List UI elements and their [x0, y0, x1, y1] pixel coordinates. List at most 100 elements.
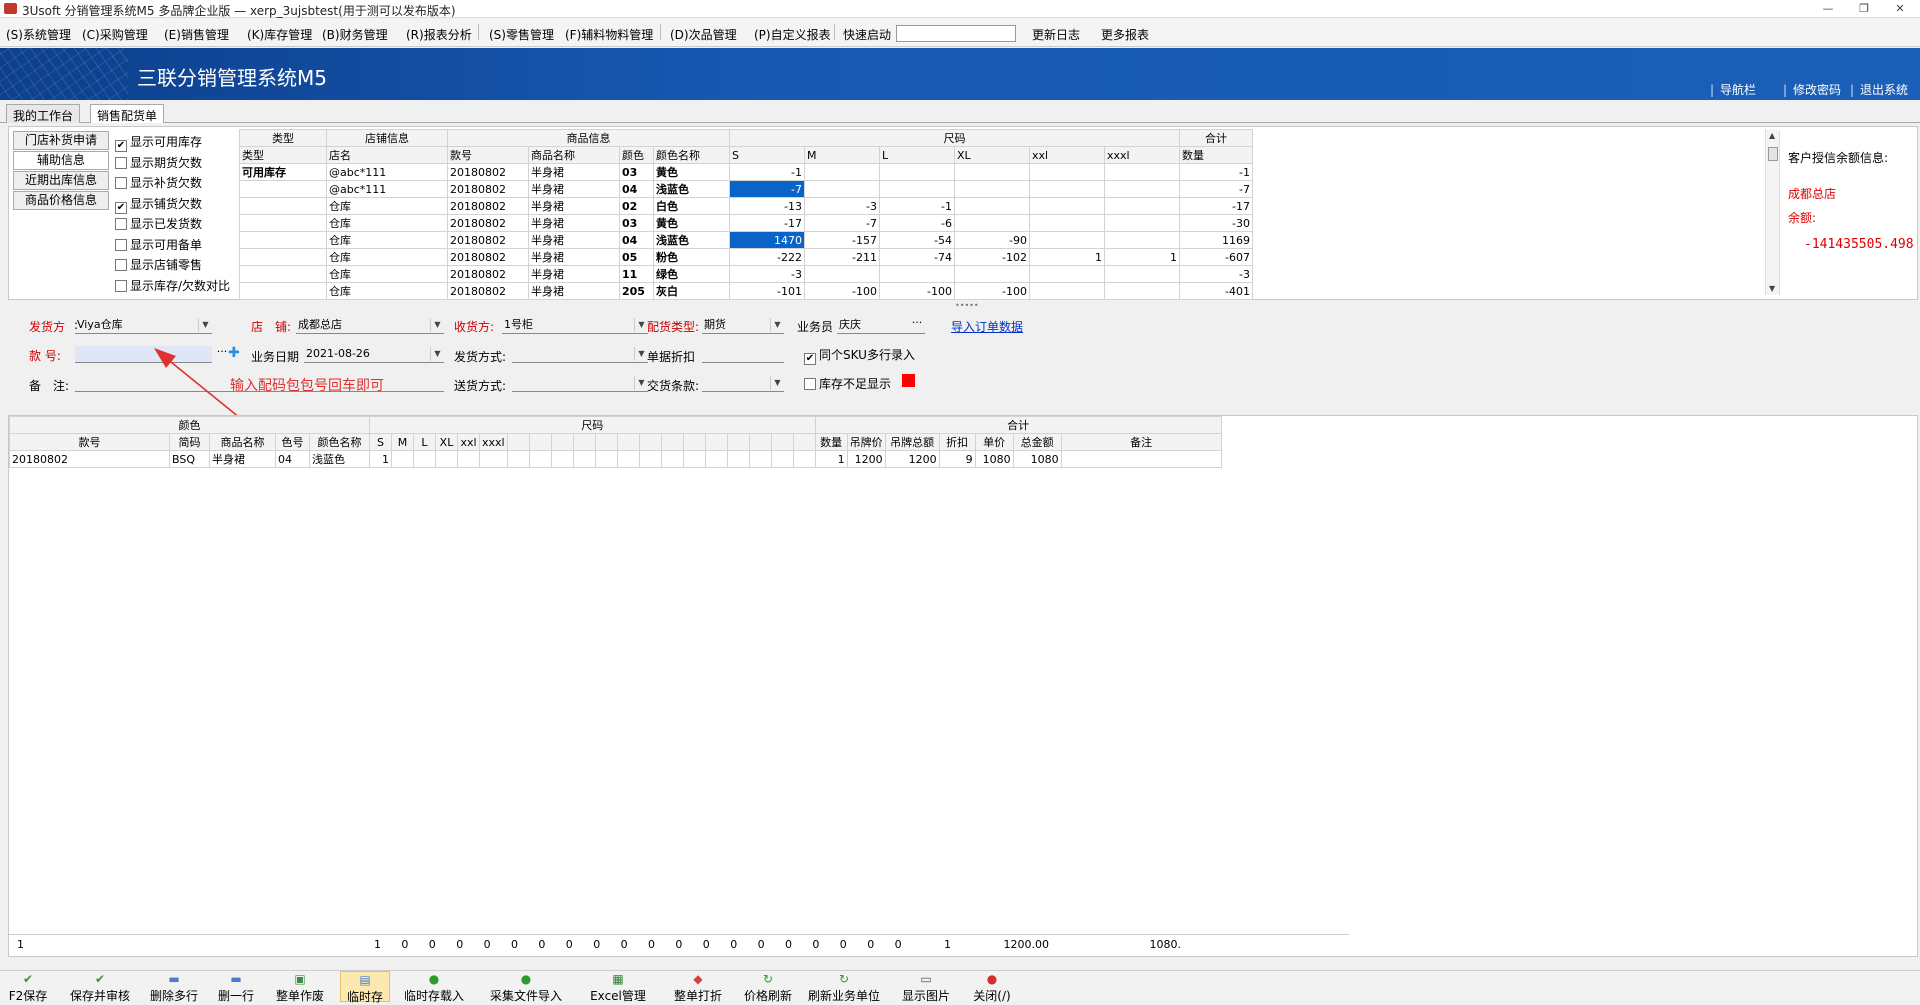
stock-cell[interactable]: -74: [879, 248, 955, 266]
stock-row[interactable]: 仓库 20180802 半身裙 11 绿色 -3 -3: [239, 265, 1253, 283]
option-checkbox[interactable]: 显示店铺零售: [115, 256, 202, 273]
checkbox-icon[interactable]: [115, 259, 127, 271]
detail-cell[interactable]: 9: [938, 450, 976, 468]
stock-cell[interactable]: -101: [729, 282, 805, 300]
option-checkbox[interactable]: 显示可用备单: [115, 236, 202, 253]
stock-row[interactable]: 仓库 20180802 半身裙 205 灰白 -101 -100 -100 -100 -401: [239, 282, 1253, 300]
detail-cell[interactable]: 1080: [974, 450, 1014, 468]
stock-cell[interactable]: 20180802: [447, 231, 529, 249]
stock-cell[interactable]: -30: [1179, 214, 1253, 232]
stock-cell[interactable]: -157: [804, 231, 880, 249]
stock-cell[interactable]: -401: [1179, 282, 1253, 300]
stock-cell[interactable]: [1104, 180, 1180, 198]
stock-cell[interactable]: [1029, 214, 1105, 232]
menu-accessories[interactable]: (F)辅料物料管理: [565, 26, 653, 43]
detail-cell[interactable]: [638, 450, 662, 468]
option-checkbox[interactable]: 显示库存/欠数对比: [115, 277, 230, 294]
stock-cell[interactable]: [1029, 197, 1105, 215]
toolbar-button[interactable]: ● 关闭(/): [968, 971, 1016, 1004]
toolbar-button[interactable]: ✔ F2保存: [4, 971, 52, 1004]
detail-cell[interactable]: [660, 450, 684, 468]
import-order-link[interactable]: 导入订单数据: [951, 318, 1023, 335]
toolbar-button[interactable]: ▬ 删除多行: [144, 971, 204, 1004]
detail-cell[interactable]: [506, 450, 530, 468]
menu-system[interactable]: (S)系统管理: [6, 26, 71, 43]
stock-cell[interactable]: [879, 265, 955, 283]
checkbox-icon[interactable]: [115, 238, 127, 251]
stock-cell[interactable]: [804, 180, 880, 198]
terms-select[interactable]: ▼: [702, 375, 784, 392]
detail-cell[interactable]: [391, 450, 414, 468]
menu-more-reports[interactable]: 更多报表: [1101, 26, 1149, 43]
toolbar-button[interactable]: ▤ 临时存: [340, 971, 390, 1004]
stock-cell[interactable]: -100: [804, 282, 880, 300]
stock-cell[interactable]: -3: [1179, 265, 1253, 283]
stock-cell[interactable]: 半身裙: [528, 180, 620, 198]
stock-row[interactable]: 仓库 20180802 半身裙 05 粉色 -222 -211 -74 -102 1 1 -607: [239, 248, 1253, 266]
checkbox-icon[interactable]: ✔: [115, 201, 127, 214]
stock-row[interactable]: 可用库存 @abc*111 20180802 半身裙 03 黄色 -1 -1: [239, 163, 1253, 181]
detail-cell[interactable]: 半身裙: [209, 450, 276, 468]
stock-cell[interactable]: 浅蓝色: [653, 180, 730, 198]
stock-cell[interactable]: [954, 197, 1030, 215]
stock-cell[interactable]: -222: [729, 248, 805, 266]
checkbox-icon[interactable]: ✔: [115, 140, 127, 152]
menu-defects[interactable]: (D)次品管理: [670, 26, 737, 43]
stock-cell[interactable]: 20180802: [447, 214, 529, 232]
side-tab-price-info[interactable]: 商品价格信息: [13, 191, 109, 210]
stock-cell[interactable]: -211: [804, 248, 880, 266]
delivery-select[interactable]: ▼: [512, 375, 648, 392]
stock-cell[interactable]: [804, 163, 880, 181]
menu-changelog[interactable]: 更新日志: [1032, 26, 1080, 43]
stock-cell[interactable]: 20180802: [447, 163, 529, 181]
menu-inventory[interactable]: (K)库存管理: [247, 26, 312, 43]
stock-cell[interactable]: -90: [954, 231, 1030, 249]
detail-cell[interactable]: [572, 450, 596, 468]
stock-cell[interactable]: 半身裙: [528, 197, 620, 215]
stock-cell[interactable]: 绿色: [653, 265, 730, 283]
detail-cell[interactable]: [479, 450, 508, 468]
stock-cell[interactable]: 1169: [1179, 231, 1253, 249]
menu-finance[interactable]: (B)财务管理: [322, 26, 388, 43]
scroll-up-icon[interactable]: ▲: [1769, 131, 1775, 140]
stock-cell[interactable]: [1104, 265, 1180, 283]
quick-launch-input[interactable]: [896, 25, 1016, 42]
stock-cell[interactable]: 半身裙: [528, 214, 620, 232]
stock-row[interactable]: 仓库 20180802 半身裙 04 浅蓝色 1470 -157 -54 -90 1169: [239, 231, 1253, 249]
detail-cell[interactable]: 1: [369, 450, 392, 468]
stock-cell[interactable]: [804, 265, 880, 283]
menu-retail[interactable]: (S)零售管理: [489, 26, 554, 43]
option-checkbox[interactable]: ✔ 显示可用库存: [115, 133, 202, 152]
stock-cell[interactable]: 白色: [653, 197, 730, 215]
detail-cell[interactable]: [528, 450, 552, 468]
detail-cell[interactable]: [1060, 450, 1222, 468]
stock-cell[interactable]: 11: [619, 265, 654, 283]
stock-cell[interactable]: [1104, 282, 1180, 300]
store-select[interactable]: 成都总店 ▼: [296, 317, 444, 334]
option-checkbox[interactable]: ✔ 显示铺货欠数: [115, 195, 202, 214]
stock-cell[interactable]: [879, 163, 955, 181]
stock-cell[interactable]: -1: [1179, 163, 1253, 181]
option-checkbox[interactable]: 显示已发货数: [115, 215, 202, 232]
scroll-down-icon[interactable]: ▼: [1769, 284, 1775, 293]
stock-cell[interactable]: [1029, 180, 1105, 198]
detail-cell[interactable]: [594, 450, 618, 468]
toolbar-button[interactable]: ✔ 保存并审核: [64, 971, 136, 1004]
change-password-link[interactable]: 修改密码: [1783, 81, 1841, 98]
stock-cell[interactable]: [879, 180, 955, 198]
detail-cell[interactable]: [435, 450, 458, 468]
ship-method-select[interactable]: ▼: [512, 346, 648, 363]
tab-sales-allocation[interactable]: 销售配货单: [90, 104, 165, 123]
stock-cell[interactable]: 仓库: [326, 231, 448, 249]
stock-cell[interactable]: [1104, 163, 1180, 181]
option-checkbox[interactable]: 显示期货欠数: [115, 154, 202, 171]
menu-reports[interactable]: (R)报表分析: [406, 26, 472, 43]
stock-cell[interactable]: @abc*111: [326, 180, 448, 198]
detail-cell[interactable]: [413, 450, 436, 468]
stock-cell[interactable]: 半身裙: [528, 265, 620, 283]
stock-cell[interactable]: -6: [879, 214, 955, 232]
detail-cell[interactable]: BSQ: [169, 450, 210, 468]
stock-cell[interactable]: -607: [1179, 248, 1253, 266]
detail-row[interactable]: 20180802 BSQ 半身裙 04 浅蓝色 1 1 1200 1200 9 1080 1080: [9, 450, 1222, 468]
stock-cell[interactable]: [954, 265, 1030, 283]
